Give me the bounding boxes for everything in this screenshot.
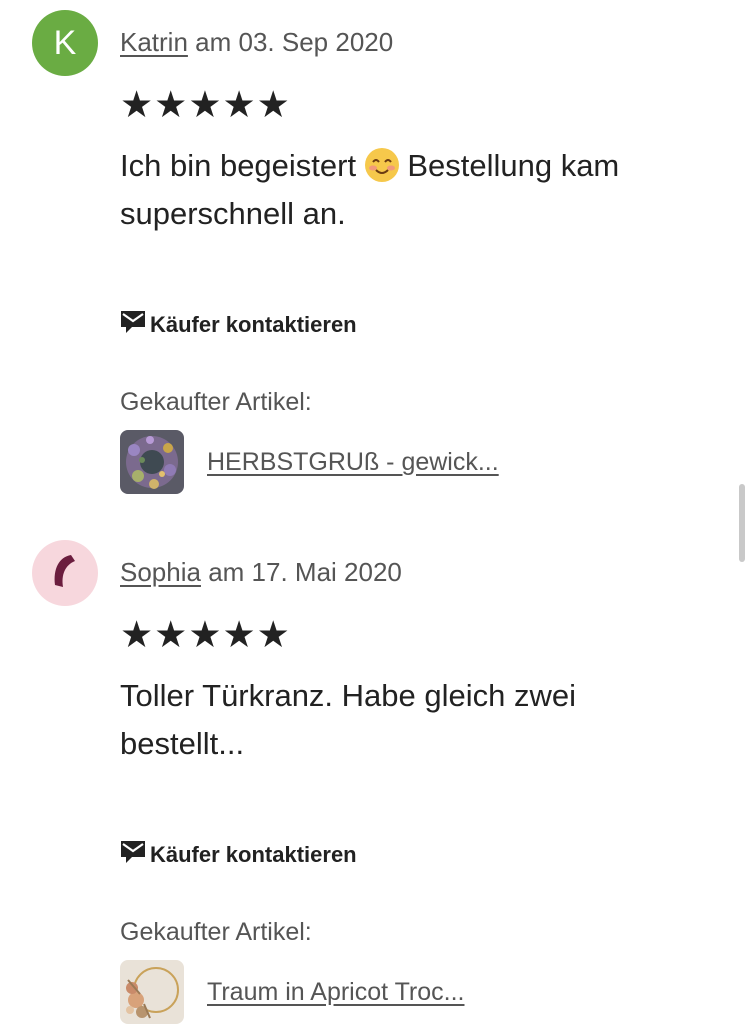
contact-buyer-button[interactable]: Käufer kontaktieren — [120, 840, 357, 869]
purchased-item-label: Gekaufter Artikel: — [120, 388, 312, 416]
purchased-item-link[interactable]: Traum in Apricot Troc... — [207, 978, 464, 1007]
avatar-letter: K — [53, 24, 77, 62]
review-date: 17. Mai 2020 — [251, 557, 402, 587]
crescent-logo-icon — [45, 551, 85, 596]
purchased-item-link[interactable]: HERBSTGRUß - gewick... — [207, 448, 499, 477]
review-date: 03. Sep 2020 — [238, 27, 394, 57]
review-byline: Sophia am 17. Mai 2020 — [120, 557, 402, 588]
review-text: Ich bin begeistert Bestellung kam supers… — [120, 142, 700, 238]
date-prefix: am — [200, 557, 252, 587]
star-rating: ★★★★★ — [120, 614, 291, 655]
message-icon — [120, 840, 146, 869]
contact-buyer-button[interactable]: Käufer kontaktieren — [120, 310, 357, 339]
review-text-part: Ich bin begeistert — [120, 148, 365, 183]
author-link[interactable]: Katrin — [120, 27, 188, 57]
contact-buyer-label: Käufer kontaktieren — [150, 311, 357, 337]
avatar[interactable] — [32, 540, 98, 606]
review-byline: Katrin am 03. Sep 2020 — [120, 27, 393, 58]
smiling-face-emoji-icon — [364, 148, 399, 182]
message-icon — [120, 310, 146, 339]
contact-buyer-label: Käufer kontaktieren — [150, 841, 357, 867]
review-text: Toller Türkranz. Habe gleich zwei bestel… — [120, 678, 577, 761]
item-thumbnail[interactable] — [120, 430, 184, 494]
item-thumbnail[interactable] — [120, 960, 184, 1024]
star-rating: ★★★★★ — [120, 84, 291, 125]
author-link[interactable]: Sophia — [120, 557, 201, 587]
purchased-item-label: Gekaufter Artikel: — [120, 918, 312, 946]
scrollbar[interactable] — [739, 484, 745, 562]
avatar[interactable]: K — [32, 10, 98, 76]
date-prefix: am — [187, 27, 239, 57]
